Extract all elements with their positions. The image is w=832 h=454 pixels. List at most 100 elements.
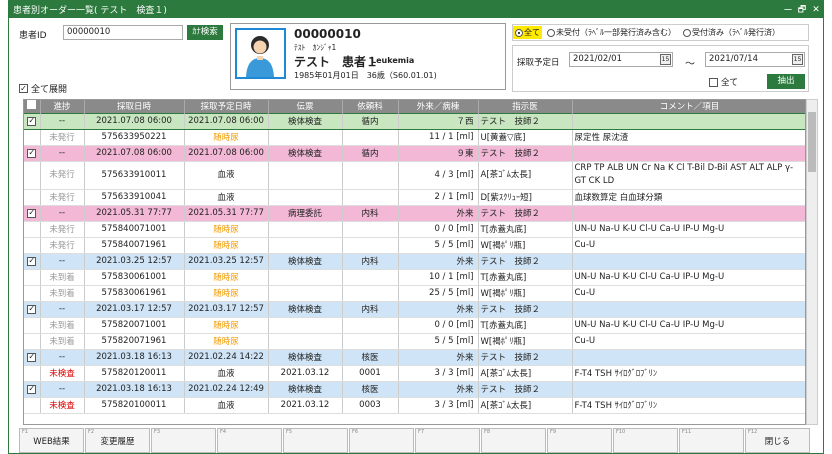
fkey-f2-button[interactable]: F2 変更履歴	[85, 428, 150, 453]
expand-all-toggle[interactable]: ✓ 全て展開	[19, 82, 67, 95]
specimen-row[interactable]: 未到着 575820071001 随時尿 0 / 0 [ml] T[赤蓋丸底] UN-U …	[24, 317, 805, 334]
patient-card: 00000010 ﾃｽﾄ ｶﾝｼﾞｬ1 テスト 患者１ Leukemia 198…	[230, 23, 506, 90]
window-title: 患者別オーダー一覧( テスト 検査１)	[13, 6, 167, 16]
cell-ward: 11 / 1 [ml]	[398, 129, 479, 146]
row-checkbox[interactable]	[24, 161, 41, 190]
fkey-f9-button[interactable]: F9	[547, 428, 612, 453]
checkbox-icon[interactable]: ✓	[27, 304, 37, 314]
fkey-label: 閉じる	[764, 436, 791, 447]
col-slip[interactable]: 伝票	[268, 100, 343, 113]
cell-ward: 4 / 3 [ml]	[398, 161, 479, 190]
cell-dept: 核医	[342, 381, 399, 398]
col-comment[interactable]: コメント／項目	[572, 100, 805, 113]
row-checkbox[interactable]	[24, 397, 41, 414]
patient-id-input[interactable]: 00000010	[63, 25, 183, 40]
row-checkbox[interactable]	[24, 285, 41, 302]
row-checkbox[interactable]	[24, 189, 41, 206]
order-row[interactable]: ✓ -- 2021.03.18 16:13 2021.02.24 12:49 検体検査核…	[24, 381, 805, 398]
specimen-row[interactable]: 未検査 575820100011 血液 2021.03.12 0003 3 / 3 [ml…	[24, 397, 805, 414]
specimen-row[interactable]: 未到着 575820071961 随時尿 5 / 5 [ml] W[褐ﾎﾟﾘ瓶] Cu-U	[24, 333, 805, 350]
cell-progress: 未到着	[40, 269, 85, 286]
row-checkbox[interactable]: ✓	[24, 381, 41, 398]
order-row[interactable]: ✓ -- 2021.03.17 12:57 2021.03.17 12:57 検体検査内…	[24, 301, 805, 318]
order-row[interactable]: ✓ -- 2021.07.08 06:00 2021.07.08 06:00 検体検査循…	[24, 112, 805, 130]
specimen-row[interactable]: 未発行 575633950221 随時尿 11 / 1 [ml] U[黄蓋▽底] 尿定性 …	[24, 129, 805, 146]
row-checkbox[interactable]	[24, 269, 41, 286]
title-bar: 患者別オーダー一覧( テスト 検査１) ー 🗗 ✕	[9, 1, 823, 18]
grid-scrollbar[interactable]	[806, 99, 818, 425]
filter-all-radio[interactable]: 全て	[513, 26, 542, 39]
col-ward[interactable]: 外来／病棟	[398, 100, 479, 113]
calendar-icon[interactable]: 15	[792, 54, 803, 65]
specimen-row[interactable]: 未発行 575840071001 随時尿 0 / 0 [ml] T[赤蓋丸底] UN-U …	[24, 221, 805, 238]
order-row[interactable]: ✓ -- 2021.03.18 16:13 2021.02.24 14:22 検体検査核…	[24, 349, 805, 366]
checkbox-icon[interactable]: ✓	[27, 116, 37, 126]
checkbox-icon[interactable]: ✓	[27, 256, 37, 266]
checkbox-icon[interactable]: ✓	[27, 208, 37, 218]
date-from-input[interactable]: 2021/02/01 15	[569, 52, 673, 67]
order-row[interactable]: ✓ -- 2021.07.08 06:00 2021.07.08 06:00 検体検査循…	[24, 145, 805, 162]
cell-ward: 3 / 3 [ml]	[398, 365, 479, 382]
checkbox-icon[interactable]: ✓	[27, 352, 37, 362]
cell-comment: 尿定性 尿沈渣	[572, 129, 805, 146]
fkey-f1-button[interactable]: F1 WEB結果	[19, 428, 84, 453]
fkey-number: F10	[616, 429, 626, 435]
cell-doctor: テスト 技師２	[478, 112, 573, 130]
minimize-icon[interactable]: ー	[781, 3, 795, 16]
row-checkbox[interactable]	[24, 333, 41, 350]
order-row[interactable]: ✓ -- 2021.03.25 12:57 2021.03.25 12:57 検体検査内…	[24, 253, 805, 270]
filter-unreceived-radio[interactable]: 未受付（ﾗﾍﾞﾙ一部発行済み含む）	[545, 26, 678, 39]
filter-received-radio[interactable]: 受付済み（ﾗﾍﾞﾙ発行済）	[681, 26, 782, 39]
fkey-f11-button[interactable]: F11	[679, 428, 744, 453]
specimen-row[interactable]: 未発行 575633910011 血液 4 / 3 [ml] A[茶ｺﾞﾑ太長] CRP …	[24, 161, 805, 190]
row-checkbox[interactable]	[24, 129, 41, 146]
fkey-f3-button[interactable]: F3	[151, 428, 216, 453]
restore-icon[interactable]: 🗗	[795, 2, 809, 18]
cell-dept	[342, 269, 399, 286]
row-checkbox[interactable]	[24, 365, 41, 382]
fkey-f5-button[interactable]: F5	[283, 428, 348, 453]
calendar-icon[interactable]: 15	[660, 54, 671, 65]
fkey-f10-button[interactable]: F10	[613, 428, 678, 453]
select-all-header[interactable]	[24, 100, 41, 113]
col-doctor[interactable]: 指示医	[478, 100, 573, 113]
all-dates-label: 全て	[721, 78, 739, 88]
col-collected-at[interactable]: 採取日時	[84, 100, 185, 113]
specimen-row[interactable]: 未到着 575830061961 随時尿 25 / 5 [ml] W[褐ﾎﾟﾘ瓶] Cu-…	[24, 285, 805, 302]
cell-comment	[572, 205, 805, 222]
fkey-f12-button[interactable]: F12 閉じる	[745, 428, 810, 453]
order-row[interactable]: ✓ -- 2021.05.31 77:77 2021.05.31 77:77 病理委託内…	[24, 205, 805, 222]
row-checkbox[interactable]	[24, 221, 41, 238]
date-to-input[interactable]: 2021/07/14 15	[705, 52, 805, 67]
kana-search-button[interactable]: ｶﾅ検索	[187, 25, 223, 40]
col-dept[interactable]: 依頼科	[342, 100, 399, 113]
expand-all-checkbox[interactable]: ✓	[19, 84, 28, 93]
cell-collected-at: 575840071961	[84, 237, 185, 254]
specimen-row[interactable]: 未発行 575840071961 随時尿 5 / 5 [ml] W[褐ﾎﾟﾘ瓶] Cu-U	[24, 237, 805, 254]
row-checkbox[interactable]: ✓	[24, 253, 41, 270]
close-icon[interactable]: ✕	[809, 5, 823, 15]
checkbox-icon[interactable]: ✓	[27, 148, 37, 158]
fkey-f8-button[interactable]: F8	[481, 428, 546, 453]
all-dates-toggle[interactable]: 全て	[709, 76, 738, 88]
specimen-row[interactable]: 未検査 575820120011 血液 2021.03.12 0001 3 / 3 [ml…	[24, 365, 805, 382]
specimen-row[interactable]: 未到着 575830061001 随時尿 10 / 1 [ml] T[赤蓋丸底] UN-U…	[24, 269, 805, 286]
extract-button[interactable]: 抽出	[767, 74, 805, 89]
col-scheduled-at[interactable]: 採取予定日時	[184, 100, 269, 113]
row-checkbox[interactable]: ✓	[24, 112, 41, 130]
row-checkbox[interactable]	[24, 237, 41, 254]
fkey-f6-button[interactable]: F6	[349, 428, 414, 453]
row-checkbox[interactable]: ✓	[24, 301, 41, 318]
row-checkbox[interactable]: ✓	[24, 349, 41, 366]
row-checkbox[interactable]: ✓	[24, 145, 41, 162]
row-checkbox[interactable]	[24, 317, 41, 334]
col-progress[interactable]: 進捗	[40, 100, 85, 113]
fkey-f4-button[interactable]: F4	[217, 428, 282, 453]
fkey-f7-button[interactable]: F7	[415, 428, 480, 453]
all-dates-checkbox[interactable]	[709, 77, 718, 87]
checkbox-icon[interactable]: ✓	[27, 384, 37, 394]
scrollbar-thumb[interactable]	[808, 112, 816, 172]
cell-collected-at: 2021.03.25 12:57	[84, 253, 185, 270]
row-checkbox[interactable]: ✓	[24, 205, 41, 222]
specimen-row[interactable]: 未発行 575633910041 血液 2 / 1 [ml] D[紫ｽｸﾘｭｰ短] 血球数…	[24, 189, 805, 206]
